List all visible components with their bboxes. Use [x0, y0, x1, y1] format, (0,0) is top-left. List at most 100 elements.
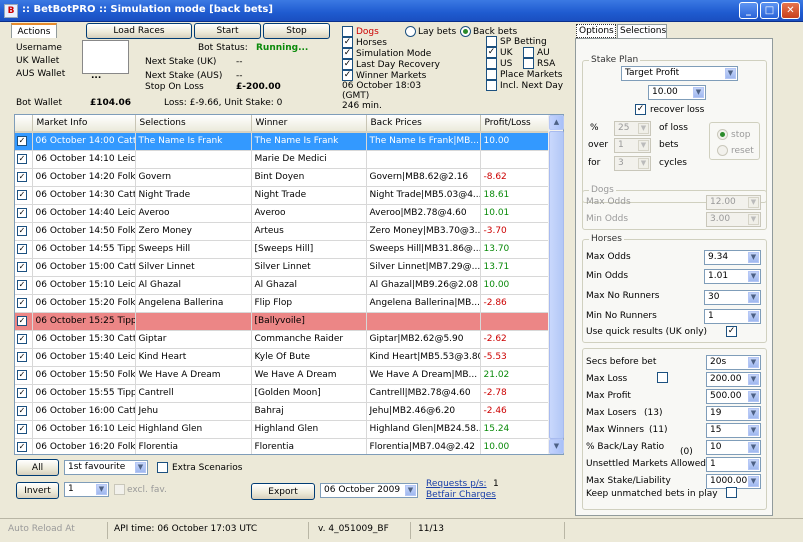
incl-next-day-checkbox[interactable]: [486, 80, 497, 91]
min-runners-select[interactable]: 1 ▼: [704, 309, 761, 324]
table-row[interactable]: ✓ 06 October 15:10 Leic Al Ghazal Al Ghazal…: [15, 276, 552, 295]
row-checkbox-cell[interactable]: ✓: [15, 312, 33, 331]
recover-loss-checkbox[interactable]: ✓: [635, 104, 646, 115]
row-checkbox[interactable]: ✓: [17, 189, 27, 200]
row-checkbox-cell[interactable]: ✓: [15, 240, 33, 259]
row-checkbox-cell[interactable]: ✓: [15, 348, 33, 367]
excl-fav-checkbox[interactable]: [114, 484, 125, 495]
row-checkbox[interactable]: ✓: [17, 136, 27, 146]
markets-grid[interactable]: Market Info Selections Winner Back Price…: [14, 114, 564, 455]
tab-options[interactable]: Options: [576, 24, 616, 38]
dogs-max-odds-select[interactable]: 12.00 ▼: [706, 195, 761, 210]
dogs-checkbox[interactable]: [342, 26, 353, 37]
max-profit-select[interactable]: 500.00 ▼: [706, 389, 761, 404]
scroll-up-arrow-icon[interactable]: ▲: [549, 115, 564, 130]
row-checkbox-cell[interactable]: ✓: [15, 276, 33, 295]
tab-actions[interactable]: Actions: [11, 23, 57, 38]
dogs-min-odds-select[interactable]: 3.00 ▼: [706, 212, 761, 227]
row-checkbox-cell[interactable]: ✓: [15, 384, 33, 403]
close-button[interactable]: ✕: [781, 2, 800, 19]
table-row[interactable]: ✓ 06 October 16:00 Catt Jehu Bahraj Jehu|MB2…: [15, 402, 552, 421]
pct-select[interactable]: 25 ▼: [614, 121, 651, 136]
betfair-charges-link[interactable]: Betfair Charges: [426, 490, 496, 500]
column-header-back-prices[interactable]: Back Prices: [366, 115, 481, 133]
table-row[interactable]: ✓ 06 October 16:20 Folk Florentia Florentia…: [15, 438, 552, 454]
row-checkbox-cell[interactable]: ✓: [15, 330, 33, 349]
table-row[interactable]: ✓ 06 October 15:00 Catt Silver Linnet Silve…: [15, 258, 552, 277]
stop-button[interactable]: Stop: [263, 23, 330, 39]
table-row[interactable]: ✓ 06 October 15:25 Tipp [Ballyvoile]: [15, 312, 552, 331]
max-odds-select[interactable]: 9.34 ▼: [704, 250, 761, 265]
scroll-thumb[interactable]: [549, 131, 564, 439]
over-select[interactable]: 1 ▼: [614, 138, 651, 153]
table-row[interactable]: ✓ 06 October 16:10 Leic Highland Glen Highl…: [15, 420, 552, 439]
table-row[interactable]: ✓ 06 October 15:55 Tipp Cantrell [Golden Mo…: [15, 384, 552, 403]
secs-before-select[interactable]: 20s ▼: [706, 355, 761, 370]
all-button[interactable]: All: [16, 459, 59, 476]
max-losers-select[interactable]: 19 ▼: [706, 406, 761, 421]
number-select[interactable]: 1 ▼: [64, 482, 109, 497]
favourite-select[interactable]: 1st favourite ▼: [64, 460, 148, 475]
table-row[interactable]: ✓ 06 October 15:20 Folk Angelena Ballerina…: [15, 294, 552, 313]
au-checkbox[interactable]: [523, 47, 534, 58]
table-row[interactable]: ✓ 06 October 14:10 Leic Marie De Medici: [15, 150, 552, 169]
simulation-checkbox[interactable]: ✓: [342, 48, 353, 59]
row-checkbox-cell[interactable]: ✓: [15, 150, 33, 169]
quick-results-checkbox[interactable]: ✓: [726, 326, 737, 337]
row-checkbox-cell[interactable]: ✓: [15, 204, 33, 223]
row-checkbox[interactable]: ✓: [17, 369, 27, 380]
sp-betting-checkbox[interactable]: [486, 36, 497, 47]
us-checkbox[interactable]: [486, 58, 497, 69]
row-checkbox-cell[interactable]: ✓: [15, 222, 33, 241]
requests-link[interactable]: Requests p/s:: [426, 479, 487, 489]
extra-scenarios-checkbox[interactable]: [157, 462, 168, 473]
row-checkbox-cell[interactable]: ✓: [15, 420, 33, 439]
horses-checkbox[interactable]: ✓: [342, 37, 353, 48]
stop-radio[interactable]: [717, 129, 728, 140]
back-lay-ratio-select[interactable]: 10 ▼: [706, 440, 761, 455]
minimize-button[interactable]: _: [739, 2, 758, 19]
row-checkbox-cell[interactable]: ✓: [15, 438, 33, 454]
table-row[interactable]: ✓ 06 October 14:40 Leic Averoo Averoo Averoo…: [15, 204, 552, 223]
row-checkbox-cell[interactable]: ✓: [15, 258, 33, 277]
place-markets-checkbox[interactable]: [486, 69, 497, 80]
for-select[interactable]: 3 ▼: [614, 156, 651, 171]
column-header-winner[interactable]: Winner: [251, 115, 367, 133]
scroll-down-arrow-icon[interactable]: ▼: [549, 439, 564, 454]
column-header-market-info[interactable]: Market Info: [32, 115, 136, 133]
stake-plan-select[interactable]: Target Profit ▼: [621, 66, 738, 81]
row-checkbox[interactable]: ✓: [17, 207, 27, 218]
max-loss-checkbox[interactable]: [657, 372, 668, 383]
row-checkbox-cell[interactable]: ✓: [15, 186, 33, 205]
load-races-button[interactable]: Load Races: [86, 23, 192, 39]
row-checkbox[interactable]: ✓: [17, 405, 27, 416]
row-checkbox[interactable]: ✓: [17, 315, 27, 326]
row-checkbox[interactable]: ✓: [17, 261, 27, 272]
row-checkbox[interactable]: ✓: [17, 423, 27, 434]
table-row[interactable]: ✓ 06 October 14:55 Tipp Sweeps Hill [Sweeps…: [15, 240, 552, 259]
row-checkbox[interactable]: ✓: [17, 441, 27, 452]
target-select[interactable]: 10.00 ▼: [648, 85, 706, 100]
table-row[interactable]: ✓ 06 October 14:20 Folk Govern Bint Doyen Go…: [15, 168, 552, 187]
max-runners-select[interactable]: 30 ▼: [704, 290, 761, 305]
row-checkbox[interactable]: ✓: [17, 333, 27, 344]
keep-unmatched-checkbox[interactable]: [726, 487, 737, 498]
row-checkbox[interactable]: ✓: [17, 171, 27, 182]
row-checkbox[interactable]: ✓: [17, 297, 27, 308]
table-row[interactable]: ✓ 06 October 14:00 Catt The Name Is Frank T…: [15, 132, 552, 151]
reset-radio[interactable]: [717, 145, 728, 156]
invert-button[interactable]: Invert: [16, 482, 59, 499]
maximize-button[interactable]: □: [760, 2, 779, 19]
table-row[interactable]: ✓ 06 October 15:40 Leic Kind Heart Kyle Of …: [15, 348, 552, 367]
max-loss-select[interactable]: 200.00 ▼: [706, 372, 761, 387]
row-checkbox-cell[interactable]: ✓: [15, 168, 33, 187]
unsettled-select[interactable]: 1 ▼: [706, 457, 761, 472]
row-checkbox[interactable]: ✓: [17, 279, 27, 290]
table-row[interactable]: ✓ 06 October 15:30 Catt Giptar Commanche Ra…: [15, 330, 552, 349]
row-checkbox[interactable]: ✓: [17, 243, 27, 254]
row-checkbox[interactable]: ✓: [17, 351, 27, 362]
row-checkbox[interactable]: ✓: [17, 225, 27, 236]
table-row[interactable]: ✓ 06 October 14:30 Catt Night Trade Night T…: [15, 186, 552, 205]
last-day-recovery-checkbox[interactable]: ✓: [342, 59, 353, 70]
row-checkbox-cell[interactable]: ✓: [15, 366, 33, 385]
